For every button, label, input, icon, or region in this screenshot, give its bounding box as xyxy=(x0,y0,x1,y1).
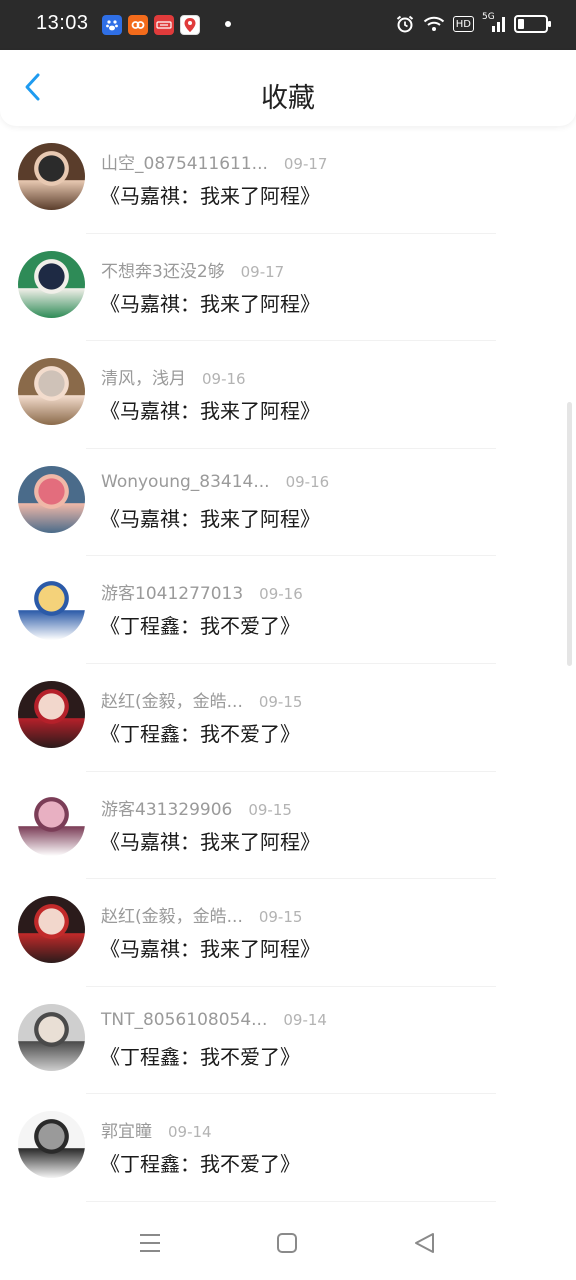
item-meta: 赵红(金毅，金皓... 09-15 xyxy=(101,902,302,927)
story-title: 《马嘉祺：我来了阿程》 xyxy=(100,399,320,424)
divider xyxy=(86,1200,496,1202)
app-orange-icon xyxy=(128,15,148,35)
favorite-date: 09-16 xyxy=(259,585,303,604)
item-meta: 不想奔3还没2够 09-17 xyxy=(101,257,284,282)
favorite-date: 09-15 xyxy=(258,908,303,927)
user-avatar[interactable] xyxy=(18,1111,85,1179)
item-meta: 赵红(金毅，金皓... 09-15 xyxy=(101,687,302,712)
menu-button[interactable] xyxy=(137,1230,163,1256)
home-button[interactable] xyxy=(274,1230,300,1256)
battery-icon xyxy=(514,15,551,33)
story-title: 《马嘉祺：我来了阿程》 xyxy=(100,291,320,316)
story-title: 《马嘉祺：我来了阿程》 xyxy=(100,184,320,208)
system-navigation-bar xyxy=(0,1206,576,1280)
item-meta: Wonyoung_83414... 09-16 xyxy=(101,472,329,492)
username: 山空_0875411611... xyxy=(101,154,268,174)
scrollbar[interactable] xyxy=(567,402,572,666)
user-avatar[interactable] xyxy=(18,788,85,856)
item-meta: 郭宜瞳 09-14 xyxy=(101,1117,212,1142)
favorite-list-item[interactable]: 赵红(金毅，金皓... 09-15 《丁程鑫：我不爱了》 xyxy=(0,664,576,772)
network-type-label: 5G xyxy=(482,12,495,22)
menu-icon xyxy=(140,1234,160,1252)
user-avatar[interactable] xyxy=(18,1003,85,1071)
story-title: 《丁程鑫：我不爱了》 xyxy=(100,614,300,639)
user-avatar[interactable] xyxy=(18,465,85,533)
favorites-list: 山空_0875411611... 09-17 《马嘉祺：我来了阿程》 不想奔3还… xyxy=(0,126,576,1202)
story-title: 《马嘉祺：我来了阿程》 xyxy=(100,937,320,962)
story-title: 《马嘉祺：我来了阿程》 xyxy=(100,506,320,531)
favorite-list-item[interactable]: 赵红(金毅，金皓... 09-15 《马嘉祺：我来了阿程》 xyxy=(0,879,576,987)
username: 清风，浅月 xyxy=(101,369,186,390)
item-meta: 游客431329906 09-15 xyxy=(101,795,292,820)
username: 不想奔3还没2够 xyxy=(101,261,225,282)
user-avatar[interactable] xyxy=(18,896,85,964)
favorite-date: 09-15 xyxy=(248,800,292,819)
username: TNT_8056108054... xyxy=(101,1009,268,1030)
system-icons: HD 5G xyxy=(395,12,551,34)
system-back-button[interactable] xyxy=(411,1230,437,1256)
story-title: 《丁程鑫：我不爱了》 xyxy=(100,721,300,746)
favorite-date: 09-14 xyxy=(168,1123,212,1142)
favorite-date: 09-17 xyxy=(283,155,328,173)
notification-app-icons xyxy=(102,15,200,35)
username: 赵红(金毅，金皓... xyxy=(101,907,243,928)
story-title: 《丁程鑫：我不爱了》 xyxy=(100,1044,300,1069)
item-meta: 清风，浅月 09-16 xyxy=(101,364,246,389)
alarm-icon xyxy=(395,14,415,34)
username: 赵红(金毅，金皓... xyxy=(101,691,243,712)
favorite-list-item[interactable]: TNT_8056108054... 09-14 《丁程鑫：我不爱了》 xyxy=(0,987,576,1095)
favorite-date: 09-16 xyxy=(285,472,330,491)
story-title: 《丁程鑫：我不爱了》 xyxy=(100,1152,300,1177)
favorite-list-item[interactable]: 清风，浅月 09-16 《马嘉祺：我来了阿程》 xyxy=(0,341,576,449)
favorite-date: 09-16 xyxy=(202,370,246,389)
news-red-icon xyxy=(154,15,174,35)
story-title: 《马嘉祺：我来了阿程》 xyxy=(100,829,320,854)
favorite-date: 09-17 xyxy=(240,262,285,281)
user-avatar[interactable] xyxy=(18,573,85,641)
item-meta: 游客1041277013 09-16 xyxy=(101,579,303,604)
more-notifications-dot xyxy=(225,21,231,27)
username: 游客1041277013 xyxy=(101,584,244,605)
user-avatar[interactable] xyxy=(18,358,85,426)
username: 游客431329906 xyxy=(101,799,233,820)
favorite-list-item[interactable]: 游客431329906 09-15 《马嘉祺：我来了阿程》 xyxy=(0,772,576,880)
wifi-icon xyxy=(423,14,445,34)
favorite-list-item[interactable]: 山空_0875411611... 09-17 《马嘉祺：我来了阿程》 xyxy=(0,126,576,234)
top-app-bar: 收藏 xyxy=(0,50,576,126)
favorite-list-item[interactable]: 游客1041277013 09-16 《丁程鑫：我不爱了》 xyxy=(0,556,576,664)
hd-icon: HD xyxy=(452,16,474,32)
favorite-date: 09-14 xyxy=(283,1010,327,1029)
back-icon xyxy=(415,1233,434,1253)
map-pin-icon xyxy=(180,15,200,35)
username: Wonyoung_83414... xyxy=(101,471,270,492)
item-meta: TNT_8056108054... 09-14 xyxy=(101,1010,327,1030)
status-time: 13:03 xyxy=(36,12,89,34)
favorite-list-item[interactable]: 不想奔3还没2够 09-17 《马嘉祺：我来了阿程》 xyxy=(0,234,576,342)
user-avatar[interactable] xyxy=(18,143,85,210)
page-title: 收藏 xyxy=(261,83,315,114)
favorite-list-item[interactable]: 郭宜瞳 09-14 《丁程鑫：我不爱了》 xyxy=(0,1094,576,1202)
user-avatar[interactable] xyxy=(18,250,85,318)
user-avatar[interactable] xyxy=(18,680,85,748)
baidu-icon xyxy=(102,15,122,35)
5g-signal-icon: 5G xyxy=(482,12,506,34)
status-bar: 13:03 HD 5G xyxy=(0,0,576,50)
favorite-list-item[interactable]: Wonyoung_83414... 09-16 《马嘉祺：我来了阿程》 xyxy=(0,449,576,557)
favorite-date: 09-15 xyxy=(258,692,303,711)
home-icon xyxy=(277,1233,297,1253)
item-meta: 山空_0875411611... 09-17 xyxy=(101,149,327,174)
username: 郭宜瞳 xyxy=(101,1122,152,1143)
